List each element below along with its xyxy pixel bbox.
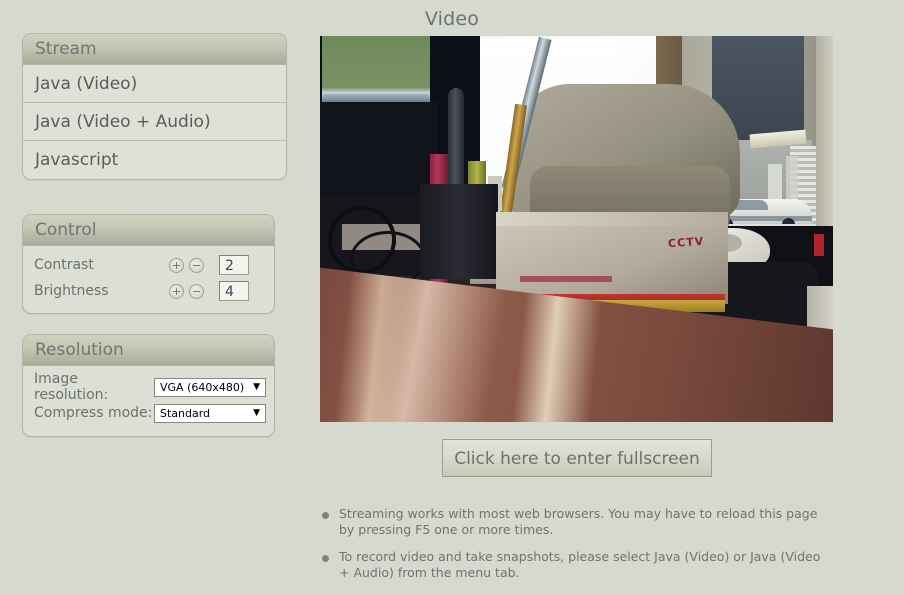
sidebar-item-javascript[interactable]: Javascript: [23, 141, 286, 179]
contrast-row: Contrast + − 2: [23, 252, 274, 278]
image-resolution-value: VGA (640x480): [160, 380, 245, 394]
page-title: Video: [424, 8, 480, 30]
notes-list: Streaming works with most web browsers. …: [322, 506, 822, 592]
note-text: Streaming works with most web browsers. …: [339, 506, 818, 537]
image-resolution-select[interactable]: VGA (640x480) ▼: [154, 377, 266, 397]
control-panel: Control Contrast + − 2 Brightness + − 4: [22, 214, 275, 314]
compress-mode-row: Compress mode: Standard ▼: [23, 400, 274, 426]
note-item: To record video and take snapshots, plea…: [322, 549, 822, 581]
sidebar-item-java-video[interactable]: Java (Video): [23, 65, 286, 103]
image-resolution-label: Image resolution:: [34, 371, 109, 403]
stream-menu-panel: Stream Java (Video) Java (Video + Audio)…: [22, 33, 287, 180]
contrast-label: Contrast: [34, 257, 94, 273]
resolution-panel: Resolution Image resolution: VGA (640x48…: [22, 334, 275, 437]
pen-holder: [420, 184, 498, 279]
control-panel-header: Control: [23, 215, 274, 246]
brightness-row: Brightness + − 4: [23, 278, 274, 304]
image-resolution-row: Image resolution: VGA (640x480) ▼: [23, 371, 274, 403]
bullet-icon: [322, 512, 329, 519]
compress-mode-label: Compress mode:: [34, 405, 153, 421]
chevron-down-icon: ▼: [253, 408, 260, 418]
cctv-box-subtext: [520, 276, 612, 282]
control-panel-body: Contrast + − 2 Brightness + − 4: [23, 246, 274, 313]
video-canvas: CCTV: [320, 36, 833, 422]
contrast-decrease-icon[interactable]: −: [189, 257, 204, 273]
red-object: [814, 234, 824, 256]
enter-fullscreen-button[interactable]: Click here to enter fullscreen: [442, 439, 712, 477]
contrast-value-input[interactable]: 2: [219, 255, 249, 275]
bullet-icon: [322, 555, 329, 562]
brightness-label: Brightness: [34, 283, 109, 299]
compress-mode-select[interactable]: Standard ▼: [154, 403, 266, 423]
brightness-increase-icon[interactable]: +: [169, 283, 184, 299]
cctv-box-top: [496, 212, 728, 226]
brightness-decrease-icon[interactable]: −: [189, 283, 204, 299]
resolution-panel-body: Image resolution: VGA (640x480) ▼ Compre…: [23, 366, 274, 436]
resolution-panel-header: Resolution: [23, 335, 274, 366]
pen-dark: [448, 88, 464, 198]
note-text: To record video and take snapshots, plea…: [339, 549, 821, 580]
chevron-down-icon: ▼: [253, 382, 260, 392]
video-stream[interactable]: CCTV: [320, 36, 833, 422]
sidebar-item-java-video-audio[interactable]: Java (Video + Audio): [23, 103, 286, 141]
contrast-increase-icon[interactable]: +: [169, 257, 184, 273]
stream-panel-header: Stream: [23, 34, 286, 65]
compress-mode-value: Standard: [160, 406, 211, 420]
note-item: Streaming works with most web browsers. …: [322, 506, 822, 538]
brightness-value-input[interactable]: 4: [219, 281, 249, 301]
cctv-box-label: CCTV: [667, 234, 705, 251]
